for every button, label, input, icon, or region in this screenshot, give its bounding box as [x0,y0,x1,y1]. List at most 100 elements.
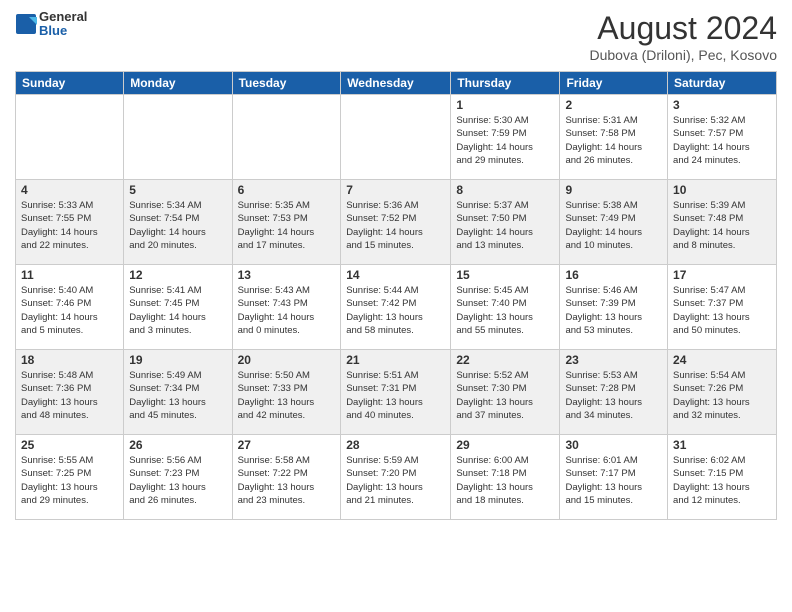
calendar-cell [341,95,451,180]
logo-blue: Blue [39,24,87,38]
day-number: 9 [565,183,662,197]
calendar-cell: 13 Sunrise: 5:43 AM Sunset: 7:43 PM Dayli… [232,265,341,350]
day-info: Sunrise: 5:30 AM Sunset: 7:59 PM Dayligh… [456,114,554,167]
page: General Blue August 2024 Dubova (Driloni… [0,0,792,612]
logo-icon [15,13,37,35]
weekday-header: Thursday [451,72,560,95]
weekday-header: Sunday [16,72,124,95]
day-number: 20 [238,353,336,367]
weekday-header: Tuesday [232,72,341,95]
weekday-header: Monday [124,72,232,95]
day-info: Sunrise: 5:58 AM Sunset: 7:22 PM Dayligh… [238,454,336,507]
calendar-cell: 21Sunrise: 5:51 AM Sunset: 7:31 PM Dayli… [341,350,451,435]
calendar-cell: 16 Sunrise: 5:46 AM Sunset: 7:39 PM Dayli… [560,265,668,350]
day-info: Sunrise: 5:59 AM Sunset: 7:20 PM Dayligh… [346,454,445,507]
weekday-header: Saturday [668,72,777,95]
day-number: 12 [129,268,226,282]
calendar-table: SundayMondayTuesdayWednesdayThursdayFrid… [15,71,777,520]
calendar-cell: 5Sunrise: 5:34 AM Sunset: 7:54 PM Daylig… [124,180,232,265]
day-info: Sunrise: 5:34 AM Sunset: 7:54 PM Dayligh… [129,199,226,252]
day-number: 18 [21,353,118,367]
logo: General Blue [15,10,87,39]
day-number: 3 [673,98,771,112]
day-number: 6 [238,183,336,197]
day-info: Sunrise: 5:53 AM Sunset: 7:28 PM Dayligh… [565,369,662,422]
day-info: Sunrise: 5:38 AM Sunset: 7:49 PM Dayligh… [565,199,662,252]
day-info: Sunrise: 6:01 AM Sunset: 7:17 PM Dayligh… [565,454,662,507]
calendar-cell: 9 Sunrise: 5:38 AM Sunset: 7:49 PM Daylig… [560,180,668,265]
calendar-cell: 3 Sunrise: 5:32 AM Sunset: 7:57 PM Daylig… [668,95,777,180]
day-number: 16 [565,268,662,282]
calendar-cell: 10 Sunrise: 5:39 AM Sunset: 7:48 PM Dayli… [668,180,777,265]
day-info: Sunrise: 6:00 AM Sunset: 7:18 PM Dayligh… [456,454,554,507]
calendar-cell [16,95,124,180]
day-number: 11 [21,268,118,282]
calendar-week-row: 18 Sunrise: 5:48 AM Sunset: 7:36 PM Dayli… [16,350,777,435]
calendar-cell: 7Sunrise: 5:36 AM Sunset: 7:52 PM Daylig… [341,180,451,265]
calendar-cell: 24Sunrise: 5:54 AM Sunset: 7:26 PM Dayli… [668,350,777,435]
day-info: Sunrise: 5:43 AM Sunset: 7:43 PM Dayligh… [238,284,336,337]
day-info: Sunrise: 5:33 AM Sunset: 7:55 PM Dayligh… [21,199,118,252]
calendar-cell: 22Sunrise: 5:52 AM Sunset: 7:30 PM Dayli… [451,350,560,435]
day-number: 19 [129,353,226,367]
day-number: 13 [238,268,336,282]
day-info: Sunrise: 5:47 AM Sunset: 7:37 PM Dayligh… [673,284,771,337]
calendar-cell: 30 Sunrise: 6:01 AM Sunset: 7:17 PM Dayli… [560,435,668,520]
day-info: Sunrise: 5:37 AM Sunset: 7:50 PM Dayligh… [456,199,554,252]
title-block: August 2024 Dubova (Driloni), Pec, Kosov… [589,10,777,63]
day-info: Sunrise: 5:46 AM Sunset: 7:39 PM Dayligh… [565,284,662,337]
day-number: 31 [673,438,771,452]
day-info: Sunrise: 5:45 AM Sunset: 7:40 PM Dayligh… [456,284,554,337]
day-info: Sunrise: 5:56 AM Sunset: 7:23 PM Dayligh… [129,454,226,507]
day-number: 29 [456,438,554,452]
day-info: Sunrise: 5:54 AM Sunset: 7:26 PM Dayligh… [673,369,771,422]
calendar-cell: 27 Sunrise: 5:58 AM Sunset: 7:22 PM Dayli… [232,435,341,520]
calendar-week-row: 11Sunrise: 5:40 AM Sunset: 7:46 PM Dayli… [16,265,777,350]
header: General Blue August 2024 Dubova (Driloni… [15,10,777,63]
logo-top: General Blue [15,10,87,39]
calendar-cell: 4 Sunrise: 5:33 AM Sunset: 7:55 PM Daylig… [16,180,124,265]
calendar-cell: 8 Sunrise: 5:37 AM Sunset: 7:50 PM Daylig… [451,180,560,265]
calendar-week-row: 25 Sunrise: 5:55 AM Sunset: 7:25 PM Dayli… [16,435,777,520]
day-number: 23 [565,353,662,367]
weekday-header: Wednesday [341,72,451,95]
day-number: 30 [565,438,662,452]
day-number: 21 [346,353,445,367]
day-number: 25 [21,438,118,452]
day-number: 10 [673,183,771,197]
calendar-week-row: 4 Sunrise: 5:33 AM Sunset: 7:55 PM Daylig… [16,180,777,265]
main-title: August 2024 [589,10,777,47]
day-info: Sunrise: 5:55 AM Sunset: 7:25 PM Dayligh… [21,454,118,507]
subtitle: Dubova (Driloni), Pec, Kosovo [589,47,777,63]
logo-general: General [39,10,87,24]
calendar-cell: 17 Sunrise: 5:47 AM Sunset: 7:37 PM Dayli… [668,265,777,350]
day-number: 2 [565,98,662,112]
day-number: 15 [456,268,554,282]
calendar-cell: 14Sunrise: 5:44 AM Sunset: 7:42 PM Dayli… [341,265,451,350]
day-info: Sunrise: 5:52 AM Sunset: 7:30 PM Dayligh… [456,369,554,422]
day-info: Sunrise: 5:48 AM Sunset: 7:36 PM Dayligh… [21,369,118,422]
calendar-cell: 11Sunrise: 5:40 AM Sunset: 7:46 PM Dayli… [16,265,124,350]
calendar-cell: 19 Sunrise: 5:49 AM Sunset: 7:34 PM Dayli… [124,350,232,435]
calendar-cell [232,95,341,180]
calendar-header-row: SundayMondayTuesdayWednesdayThursdayFrid… [16,72,777,95]
day-number: 8 [456,183,554,197]
day-info: Sunrise: 6:02 AM Sunset: 7:15 PM Dayligh… [673,454,771,507]
day-info: Sunrise: 5:49 AM Sunset: 7:34 PM Dayligh… [129,369,226,422]
day-info: Sunrise: 5:39 AM Sunset: 7:48 PM Dayligh… [673,199,771,252]
day-info: Sunrise: 5:32 AM Sunset: 7:57 PM Dayligh… [673,114,771,167]
day-info: Sunrise: 5:35 AM Sunset: 7:53 PM Dayligh… [238,199,336,252]
calendar-cell: 29 Sunrise: 6:00 AM Sunset: 7:18 PM Dayli… [451,435,560,520]
day-number: 28 [346,438,445,452]
day-number: 27 [238,438,336,452]
calendar-cell: 18 Sunrise: 5:48 AM Sunset: 7:36 PM Dayli… [16,350,124,435]
calendar-cell: 1 Sunrise: 5:30 AM Sunset: 7:59 PM Daylig… [451,95,560,180]
calendar-cell: 20Sunrise: 5:50 AM Sunset: 7:33 PM Dayli… [232,350,341,435]
day-info: Sunrise: 5:41 AM Sunset: 7:45 PM Dayligh… [129,284,226,337]
day-number: 17 [673,268,771,282]
day-number: 1 [456,98,554,112]
calendar-cell: 25 Sunrise: 5:55 AM Sunset: 7:25 PM Dayli… [16,435,124,520]
calendar-cell: 2Sunrise: 5:31 AM Sunset: 7:58 PM Daylig… [560,95,668,180]
day-number: 14 [346,268,445,282]
day-number: 4 [21,183,118,197]
